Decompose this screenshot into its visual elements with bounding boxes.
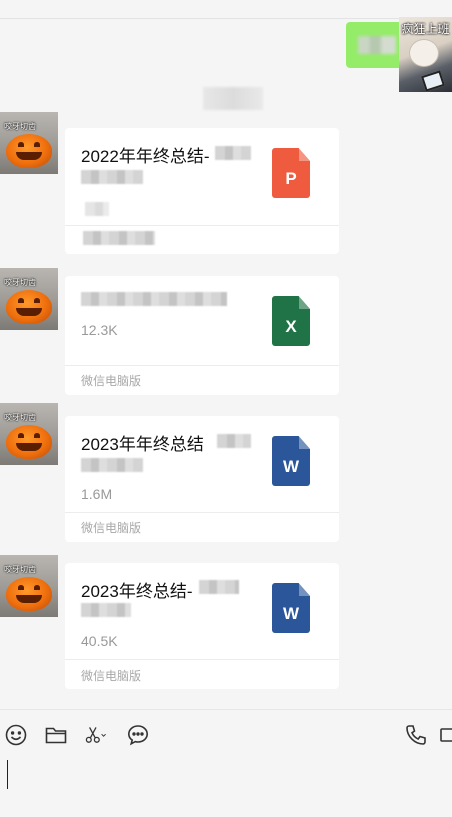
text-input-cursor[interactable]: [7, 760, 8, 789]
phone-figure: [421, 70, 445, 92]
blurred-file-name: [199, 580, 239, 594]
contact-avatar[interactable]: 咬牙切齿: [0, 268, 58, 330]
blurred-file-name: [81, 170, 143, 184]
card-divider: [65, 512, 339, 513]
avatar-caption: 咬牙切齿: [4, 122, 36, 131]
file-message-card[interactable]: 2023年终总结- 40.5K W 微信电脑版: [65, 563, 339, 689]
file-icon-letter: W: [282, 604, 300, 623]
file-size: 1.6M: [81, 486, 113, 502]
own-avatar[interactable]: 疯狂上班: [399, 17, 452, 92]
avatar-caption: 咬牙切齿: [4, 565, 36, 574]
pumpkin-figure: [6, 134, 52, 168]
header-divider: [0, 18, 452, 19]
avatar-caption: 咬牙切齿: [4, 413, 36, 422]
folder-icon[interactable]: [44, 723, 68, 747]
source-label: 微信电脑版: [81, 374, 142, 388]
blurred-file-name: [215, 146, 251, 160]
pumpkin-eye: [18, 585, 24, 590]
card-divider: [65, 659, 339, 660]
source-label: 微信电脑版: [81, 521, 142, 535]
file-message-card[interactable]: 12.3K X 微信电脑版: [65, 276, 339, 395]
pumpkin-eye: [34, 585, 40, 590]
file-message-card[interactable]: 2023年年终总结 1.6M W 微信电脑版: [65, 416, 339, 542]
pumpkin-mouth: [16, 308, 42, 316]
blurred-message-text: [358, 36, 396, 54]
file-name: 2022年年终总结-: [81, 147, 210, 166]
blurred-timestamp: [203, 87, 263, 110]
word-file-icon: W: [272, 436, 310, 486]
blurred-source: [83, 231, 155, 245]
pumpkin-mouth: [16, 595, 42, 603]
file-icon-letter: X: [285, 317, 297, 336]
avatar-caption: 咬牙切齿: [4, 278, 36, 287]
pumpkin-eye: [18, 433, 24, 438]
pumpkin-eye: [34, 298, 40, 303]
scissors-icon[interactable]: [84, 723, 114, 747]
file-icon-letter: W: [282, 457, 300, 476]
ppt-file-icon: P: [272, 148, 310, 198]
pumpkin-eye: [34, 433, 40, 438]
card-divider: [65, 365, 339, 366]
blurred-file-name: [81, 292, 227, 306]
contact-avatar[interactable]: 咬牙切齿: [0, 112, 58, 174]
pumpkin-eye: [18, 298, 24, 303]
file-message-card[interactable]: 2022年年终总结- P: [65, 128, 339, 254]
source-label: 微信电脑版: [81, 669, 142, 683]
file-name: 2023年终总结-: [81, 582, 193, 601]
word-file-icon: W: [272, 583, 310, 633]
blurred-file-name: [81, 458, 143, 472]
contact-avatar[interactable]: 咬牙切齿: [0, 555, 58, 617]
file-name: 2023年年终总结: [81, 435, 204, 454]
cat-figure: [409, 39, 439, 67]
phone-icon[interactable]: [404, 723, 428, 747]
card-divider: [65, 225, 339, 226]
sent-message-bubble[interactable]: [346, 22, 406, 68]
chat-history-icon[interactable]: [126, 723, 150, 747]
pumpkin-figure: [6, 425, 52, 459]
pumpkin-figure: [6, 290, 52, 324]
own-avatar-caption: 疯狂上班: [401, 22, 450, 36]
file-icon-letter: P: [285, 169, 297, 188]
pumpkin-mouth: [16, 152, 42, 160]
excel-file-icon: X: [272, 296, 310, 346]
emoji-icon[interactable]: [4, 723, 28, 747]
video-icon[interactable]: [438, 723, 452, 747]
blurred-file-name: [81, 603, 131, 617]
blurred-file-name: [217, 434, 251, 448]
pumpkin-figure: [6, 577, 52, 611]
pumpkin-mouth: [16, 443, 42, 451]
pumpkin-eye: [34, 142, 40, 147]
file-size: 12.3K: [81, 322, 118, 338]
pumpkin-eye: [18, 142, 24, 147]
file-size: 40.5K: [81, 633, 118, 649]
contact-avatar[interactable]: 咬牙切齿: [0, 403, 58, 465]
input-area-divider: [0, 709, 452, 710]
blurred-file-size: [85, 202, 109, 216]
